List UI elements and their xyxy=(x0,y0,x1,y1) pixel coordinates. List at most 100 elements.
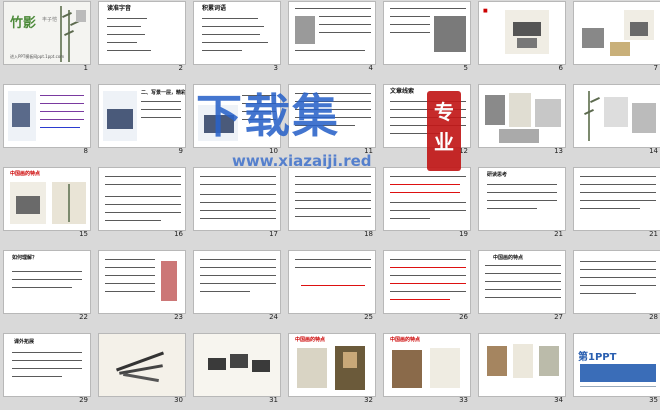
slide-thumbnail[interactable]: 5 xyxy=(383,1,471,72)
slide-number: 12 xyxy=(459,147,468,155)
slide-title: 研读思考 xyxy=(487,172,508,178)
slide-thumbnail[interactable]: 11 xyxy=(288,84,376,155)
slide-title: 中国画的特点 xyxy=(390,337,421,343)
slide-thumbnail[interactable]: 中国画的特点 33 xyxy=(383,333,471,404)
slide-body: 积累词语 xyxy=(193,1,281,65)
slide-thumbnail[interactable]: 26 xyxy=(383,250,471,321)
slide-body xyxy=(3,84,91,148)
slide-number: 3 xyxy=(273,64,278,72)
slide-body xyxy=(193,250,281,314)
slide-thumbnail[interactable]: 17 xyxy=(193,167,281,238)
slide-body: 第1PPT xyxy=(573,333,660,397)
slide-title: 二、写景一层，精彩品读 xyxy=(141,90,186,96)
slide-body xyxy=(193,333,281,397)
slide-thumbnail[interactable]: 积累词语 3 xyxy=(193,1,281,72)
slide-body: 研读思考 xyxy=(478,167,566,231)
slide-body xyxy=(98,333,186,397)
cover-title: 竹影 xyxy=(10,16,37,31)
slide-number: 1 xyxy=(83,64,88,72)
slide-number: 18 xyxy=(364,230,373,238)
slide-thumbnail[interactable]: 24 xyxy=(193,250,281,321)
slide-thumbnail[interactable]: 13 xyxy=(478,84,566,155)
slide-body xyxy=(98,250,186,314)
slide-number: 10 xyxy=(269,147,278,155)
slide-number: 26 xyxy=(459,313,468,321)
slide-number: 28 xyxy=(649,313,658,321)
slide-body xyxy=(573,1,660,65)
slide-body xyxy=(288,167,376,231)
slide-thumbnail[interactable]: 如何理解？ 22 xyxy=(3,250,91,321)
slide-thumbnail[interactable]: 竹影 丰子恺 进入PPT模板网ppt.1ppt.com 1 xyxy=(3,1,91,72)
slide-thumbnail[interactable]: 课外拓展 29 xyxy=(3,333,91,404)
slide-title: 课外拓展 xyxy=(14,339,35,345)
slide-thumbnail[interactable]: 10 xyxy=(193,84,281,155)
slide-body xyxy=(573,167,660,231)
slide-thumbnail[interactable]: 14 xyxy=(573,84,660,155)
slide-body: ■ xyxy=(478,1,566,65)
slide-body: 如何理解？ xyxy=(3,250,91,314)
slide-thumbnail[interactable]: 中国画的特点 32 xyxy=(288,333,376,404)
slide-number: 22 xyxy=(79,313,88,321)
slide-body: 中国画的特点 xyxy=(288,333,376,397)
slide-body xyxy=(573,84,660,148)
slide-thumbnail[interactable]: 4 xyxy=(288,1,376,72)
slide-number: 17 xyxy=(269,230,278,238)
slide-number: 15 xyxy=(79,230,88,238)
slide-thumbnail[interactable]: 中国画的特点 15 xyxy=(3,167,91,238)
slide-thumbnail[interactable]: 8 xyxy=(3,84,91,155)
slide-title: 读准字音 xyxy=(107,5,132,12)
slide-number: 24 xyxy=(269,313,278,321)
slide-thumbnail[interactable]: 二、写景一层，精彩品读 9 xyxy=(98,84,186,155)
slide-number: 6 xyxy=(558,64,563,72)
slide-body: 中国画的特点 xyxy=(3,167,91,231)
slide-body xyxy=(288,1,376,65)
slide-thumbnail[interactable]: 23 xyxy=(98,250,186,321)
slide-body: 中国画的特点 xyxy=(383,333,471,397)
slide-body xyxy=(573,250,660,314)
slide-body: 读准字音 xyxy=(98,1,186,65)
slide-body xyxy=(193,84,281,148)
slide-body: 中国画的特点 xyxy=(478,250,566,314)
slide-thumbnail[interactable]: 研读思考 21 xyxy=(478,167,566,238)
slide-number: 33 xyxy=(459,396,468,404)
slide-thumbnail[interactable]: 30 xyxy=(98,333,186,404)
slide-title: 积累词语 xyxy=(202,5,227,12)
slide-number: 9 xyxy=(178,147,183,155)
slide-thumbnail[interactable]: 16 xyxy=(98,167,186,238)
slide-number: 27 xyxy=(554,313,563,321)
brand-logo: 第1PPT xyxy=(578,352,617,363)
slide-thumbnail[interactable]: 文章线索 12 xyxy=(383,84,471,155)
slide-sorter-grid: 竹影 丰子恺 进入PPT模板网ppt.1ppt.com 1 读准字音 2 积累词… xyxy=(3,1,660,409)
slide-body xyxy=(383,167,471,231)
slide-number: 35 xyxy=(649,396,658,404)
slide-number: 34 xyxy=(554,396,563,404)
slide-thumbnail[interactable]: ■ 6 xyxy=(478,1,566,72)
slide-thumbnail[interactable]: 7 xyxy=(573,1,660,72)
slide-thumbnail[interactable]: 25 xyxy=(288,250,376,321)
slide-thumbnail[interactable]: 第1PPT 35 xyxy=(573,333,660,404)
slide-thumbnail[interactable]: 18 xyxy=(288,167,376,238)
slide-thumbnail[interactable]: 21 xyxy=(573,167,660,238)
slide-thumbnail[interactable]: 读准字音 2 xyxy=(98,1,186,72)
slide-number: 13 xyxy=(554,147,563,155)
slide-number: 29 xyxy=(79,396,88,404)
slide-number: 21 xyxy=(554,230,563,238)
slide-title: 如何理解？ xyxy=(12,255,38,261)
slide-title: 中国画的特点 xyxy=(493,255,524,261)
slide-number: 25 xyxy=(364,313,373,321)
slide-thumbnail[interactable]: 31 xyxy=(193,333,281,404)
slide-thumbnail[interactable]: 28 xyxy=(573,250,660,321)
slide-body xyxy=(478,333,566,397)
slide-thumbnail[interactable]: 中国画的特点 27 xyxy=(478,250,566,321)
slide-thumbnail[interactable]: 34 xyxy=(478,333,566,404)
slide-body: 文章线索 xyxy=(383,84,471,148)
slide-number: 2 xyxy=(178,64,183,72)
slide-body xyxy=(383,250,471,314)
slide-number: 32 xyxy=(364,396,373,404)
slide-number: 23 xyxy=(174,313,183,321)
slide-title: 中国画的特点 xyxy=(10,171,41,177)
slide-body: 课外拓展 xyxy=(3,333,91,397)
slide-body xyxy=(288,250,376,314)
slide-thumbnail[interactable]: 19 xyxy=(383,167,471,238)
slide-body xyxy=(478,84,566,148)
